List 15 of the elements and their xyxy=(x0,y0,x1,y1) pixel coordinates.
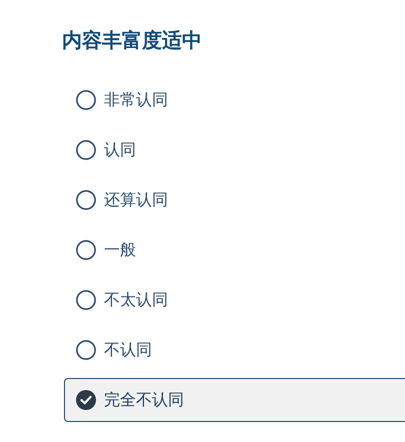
radio-icon xyxy=(76,340,96,360)
radio-option[interactable]: 不认同 xyxy=(64,328,405,372)
radio-option[interactable]: 完全不认同 xyxy=(64,378,405,422)
radio-option[interactable]: 一般 xyxy=(64,228,405,272)
radio-icon xyxy=(76,240,96,260)
radio-icon xyxy=(76,90,96,110)
radio-icon xyxy=(76,190,96,210)
radio-option[interactable]: 不太认同 xyxy=(64,278,405,322)
radio-option[interactable]: 还算认同 xyxy=(64,178,405,222)
checked-radio-icon xyxy=(76,390,96,410)
radio-icon xyxy=(76,290,96,310)
question-title: 内容丰富度适中 xyxy=(62,27,203,54)
radio-option[interactable]: 非常认同 xyxy=(64,78,405,122)
radio-icon xyxy=(76,140,96,160)
radio-option[interactable]: 认同 xyxy=(64,128,405,172)
